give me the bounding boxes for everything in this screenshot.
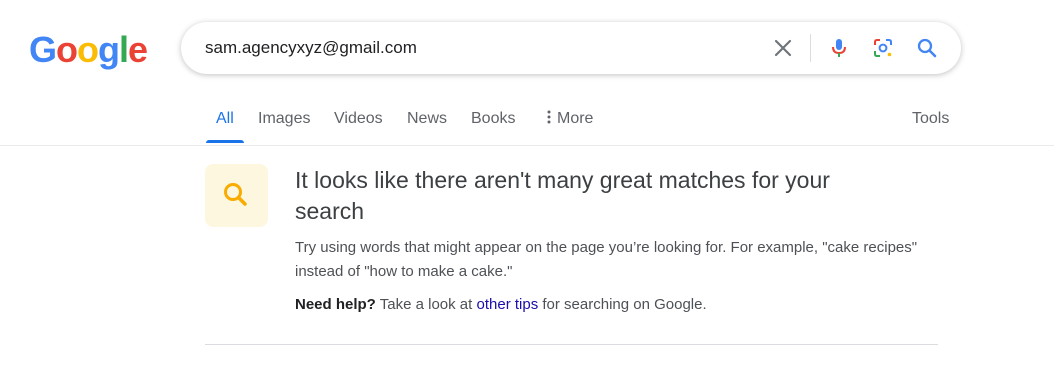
- no-results-headline: It looks like there aren't many great ma…: [295, 167, 830, 224]
- tab-all[interactable]: All: [216, 109, 234, 129]
- search-tip: Try using words that might appear on the…: [295, 239, 918, 280]
- tab-news[interactable]: News: [407, 109, 447, 129]
- search-tabs: All Images Videos News Books More Tools: [0, 0, 1054, 146]
- results-divider: [205, 344, 938, 345]
- tab-more[interactable]: More: [546, 109, 593, 129]
- search-icon: [224, 183, 247, 206]
- no-results-icon-tile: [205, 164, 268, 227]
- help-pre: Take a look at: [379, 296, 473, 313]
- help-line: Need help? Take a look at other tips for…: [295, 294, 707, 316]
- help-bold: Need help?: [295, 296, 376, 313]
- active-tab-indicator: [206, 140, 244, 143]
- tab-videos[interactable]: Videos: [334, 109, 383, 129]
- tools-button[interactable]: Tools: [912, 109, 949, 129]
- tab-more-label: More: [557, 110, 594, 127]
- other-tips-link[interactable]: other tips: [477, 296, 539, 313]
- tab-images[interactable]: Images: [258, 109, 310, 129]
- help-post: for searching on Google.: [542, 296, 707, 313]
- tab-books[interactable]: Books: [471, 109, 515, 129]
- more-vert-icon: [547, 110, 551, 124]
